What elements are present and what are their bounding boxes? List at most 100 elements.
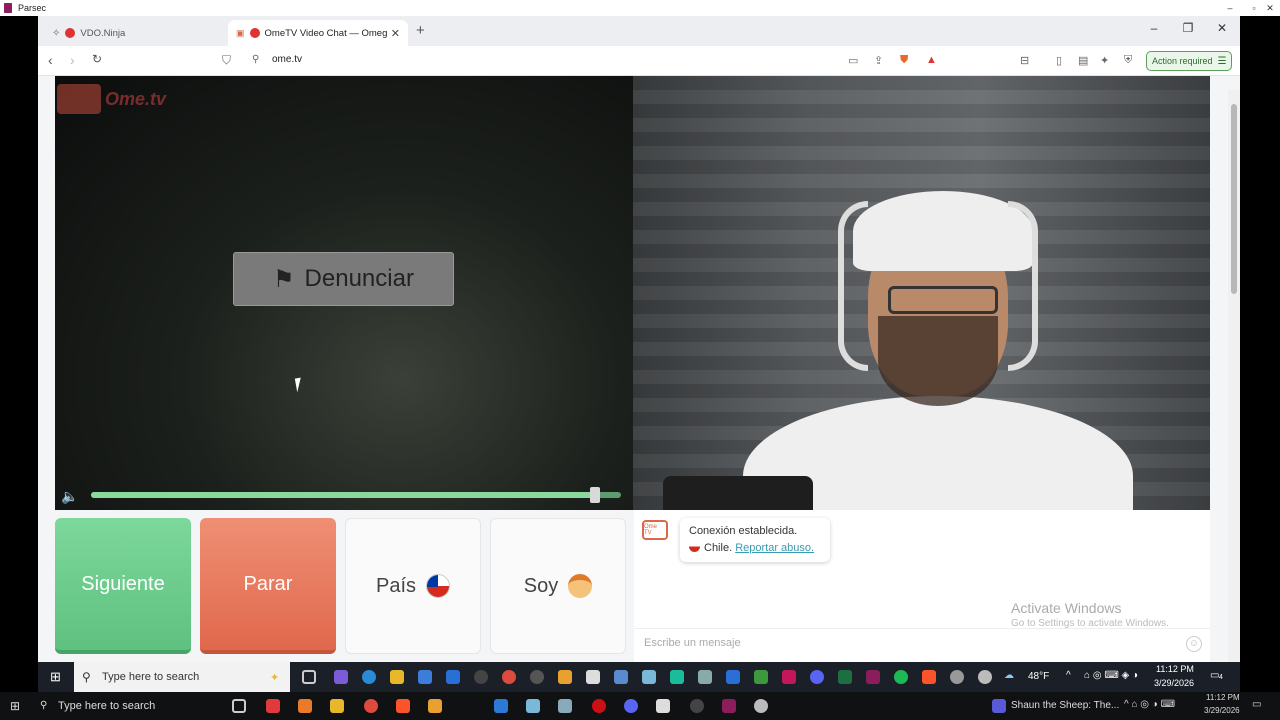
app-icon[interactable] xyxy=(670,670,684,684)
media-icon[interactable] xyxy=(992,699,1006,713)
app-icon[interactable] xyxy=(526,699,540,713)
gender-button[interactable]: Soy xyxy=(490,518,626,654)
notification-icon[interactable]: ▭ xyxy=(1252,699,1261,710)
obs-icon[interactable] xyxy=(474,670,488,684)
scrollbar-thumb[interactable] xyxy=(1231,104,1237,294)
page-scrollbar[interactable] xyxy=(1228,90,1240,662)
clock-date[interactable]: 3/29/2026 xyxy=(1154,678,1194,688)
remote-taskbar: ⊞ ⚲ Type here to search ✦ ☁ 48°F ^ ⌂ ◎ ⌨… xyxy=(38,662,1240,692)
remote-search-box[interactable]: ⚲ Type here to search ✦ xyxy=(74,662,290,692)
app-icon[interactable] xyxy=(754,699,768,713)
host-clock-time[interactable]: 11:12 PM xyxy=(1206,693,1240,702)
app-icon[interactable] xyxy=(530,670,544,684)
tray-icons[interactable]: ^ ⌂ ◎ ◑ ⌨ xyxy=(1124,699,1175,710)
stop-button[interactable]: Parar xyxy=(200,518,336,654)
copilot-icon[interactable] xyxy=(334,670,348,684)
app-icon[interactable] xyxy=(428,699,442,713)
store-icon[interactable] xyxy=(418,670,432,684)
discord-icon[interactable] xyxy=(810,670,824,684)
task-view-icon[interactable] xyxy=(232,699,246,713)
tray-chevron-icon[interactable]: ^ xyxy=(1066,670,1071,681)
parsec-icon[interactable] xyxy=(722,699,736,713)
edge-icon[interactable] xyxy=(362,670,376,684)
windows-start-icon[interactable]: ⊞ xyxy=(50,669,61,685)
site-info-icon[interactable]: ⚲ xyxy=(252,54,259,65)
minimize-icon[interactable]: – xyxy=(1144,21,1164,35)
clock-time[interactable]: 11:12 PM xyxy=(1156,664,1194,674)
app-icon[interactable] xyxy=(978,670,992,684)
url-text[interactable]: ome.tv xyxy=(272,54,302,65)
app-icon[interactable] xyxy=(950,670,964,684)
windows-start-icon[interactable]: ⊞ xyxy=(10,699,20,713)
file-explorer-icon[interactable] xyxy=(390,670,404,684)
emoji-icon[interactable]: ☺ xyxy=(1186,636,1202,652)
app-icon[interactable] xyxy=(754,670,768,684)
tab-vdo-ninja[interactable]: ✧ VDO.Ninja xyxy=(44,20,224,46)
tray-icons[interactable]: ⌂ ◎ ⌨ ◈ ◑ xyxy=(1084,670,1138,681)
app-icon[interactable] xyxy=(298,699,312,713)
close-icon[interactable]: ✕ xyxy=(1258,0,1280,16)
opera-icon[interactable] xyxy=(592,699,606,713)
close-window-icon[interactable]: ✕ xyxy=(1212,21,1232,35)
back-icon[interactable]: ‹ xyxy=(48,52,53,68)
leo-icon[interactable]: ✦ xyxy=(1100,54,1109,67)
close-tab-icon[interactable]: ✕ xyxy=(391,27,400,40)
app-icon[interactable] xyxy=(782,670,796,684)
message-input[interactable]: Escribe un mensaje ☺ xyxy=(634,628,1210,660)
app-icon[interactable] xyxy=(614,670,628,684)
app-icon[interactable] xyxy=(642,670,656,684)
brave-shield-icon[interactable]: ⛊ xyxy=(900,54,908,67)
vscode-icon[interactable] xyxy=(494,699,508,713)
volume-slider[interactable] xyxy=(91,487,621,503)
country-button[interactable]: País xyxy=(345,518,481,654)
host-search-placeholder[interactable]: Type here to search xyxy=(58,700,155,712)
forward-icon[interactable]: › xyxy=(70,52,75,68)
file-explorer-icon[interactable] xyxy=(330,699,344,713)
volume-thumb[interactable] xyxy=(589,487,600,503)
task-view-icon[interactable] xyxy=(302,670,316,684)
parsec-icon[interactable] xyxy=(866,670,880,684)
weather-icon[interactable]: ☁ xyxy=(1004,670,1014,681)
capcut-icon[interactable] xyxy=(656,699,670,713)
mail-icon[interactable] xyxy=(446,670,460,684)
brave-icon[interactable] xyxy=(396,699,410,713)
spotify-icon[interactable] xyxy=(894,670,908,684)
chrome-icon[interactable] xyxy=(502,670,516,684)
restore-icon[interactable]: ❐ xyxy=(1178,21,1198,35)
bookmark-icon[interactable]: ⛉ xyxy=(222,53,231,68)
excel-icon[interactable] xyxy=(838,670,852,684)
sidebar-icon[interactable]: ▯ xyxy=(1056,54,1062,67)
report-label: Denunciar xyxy=(304,265,414,292)
new-tab-icon[interactable]: + xyxy=(416,22,425,39)
weather-temp[interactable]: 48°F xyxy=(1028,671,1049,682)
next-button[interactable]: Siguiente xyxy=(55,518,191,654)
vpn-icon[interactable]: ⛨ xyxy=(1124,54,1132,67)
tab-search-icon[interactable]: ⊟ xyxy=(1020,54,1029,67)
discord-icon[interactable] xyxy=(624,699,638,713)
report-button[interactable]: ⚑ Denunciar xyxy=(233,252,454,306)
host-clock-date[interactable]: 3/29/2026 xyxy=(1204,706,1240,715)
app-icon[interactable] xyxy=(558,699,572,713)
app-icon[interactable] xyxy=(266,699,280,713)
capcut-icon[interactable] xyxy=(586,670,600,684)
media-title[interactable]: Shaun the Sheep: The... xyxy=(1011,700,1119,711)
chrome-icon[interactable] xyxy=(364,699,378,713)
obs-icon[interactable] xyxy=(690,699,704,713)
report-abuse-link[interactable]: Reportar abuso. xyxy=(735,542,814,554)
cast-icon[interactable]: ▭ xyxy=(848,54,858,67)
minimize-icon[interactable]: – xyxy=(1218,0,1242,16)
system-message: Conexión establecida. Chile. Reportar ab… xyxy=(680,518,830,562)
app-icon[interactable] xyxy=(558,670,572,684)
action-required-button[interactable]: Action required ☰ xyxy=(1146,51,1232,71)
volume-icon[interactable]: 🔈 xyxy=(61,488,78,505)
app-icon[interactable] xyxy=(698,670,712,684)
tab-ometv[interactable]: ▣ OmeTV Video Chat — Omeg ✕ xyxy=(228,20,408,46)
brave-icon[interactable] xyxy=(922,670,936,684)
chat-logo-text: Ome TV xyxy=(644,524,658,536)
rewards-icon[interactable]: ▲ xyxy=(926,54,937,66)
app-icon[interactable] xyxy=(726,670,740,684)
wallet-icon[interactable]: ▤ xyxy=(1078,54,1088,67)
reload-icon[interactable]: ↻ xyxy=(92,52,102,66)
share-icon[interactable]: ⇪ xyxy=(874,54,883,67)
parsec-titlebar: Parsec – ▫ ✕ xyxy=(0,0,1280,16)
